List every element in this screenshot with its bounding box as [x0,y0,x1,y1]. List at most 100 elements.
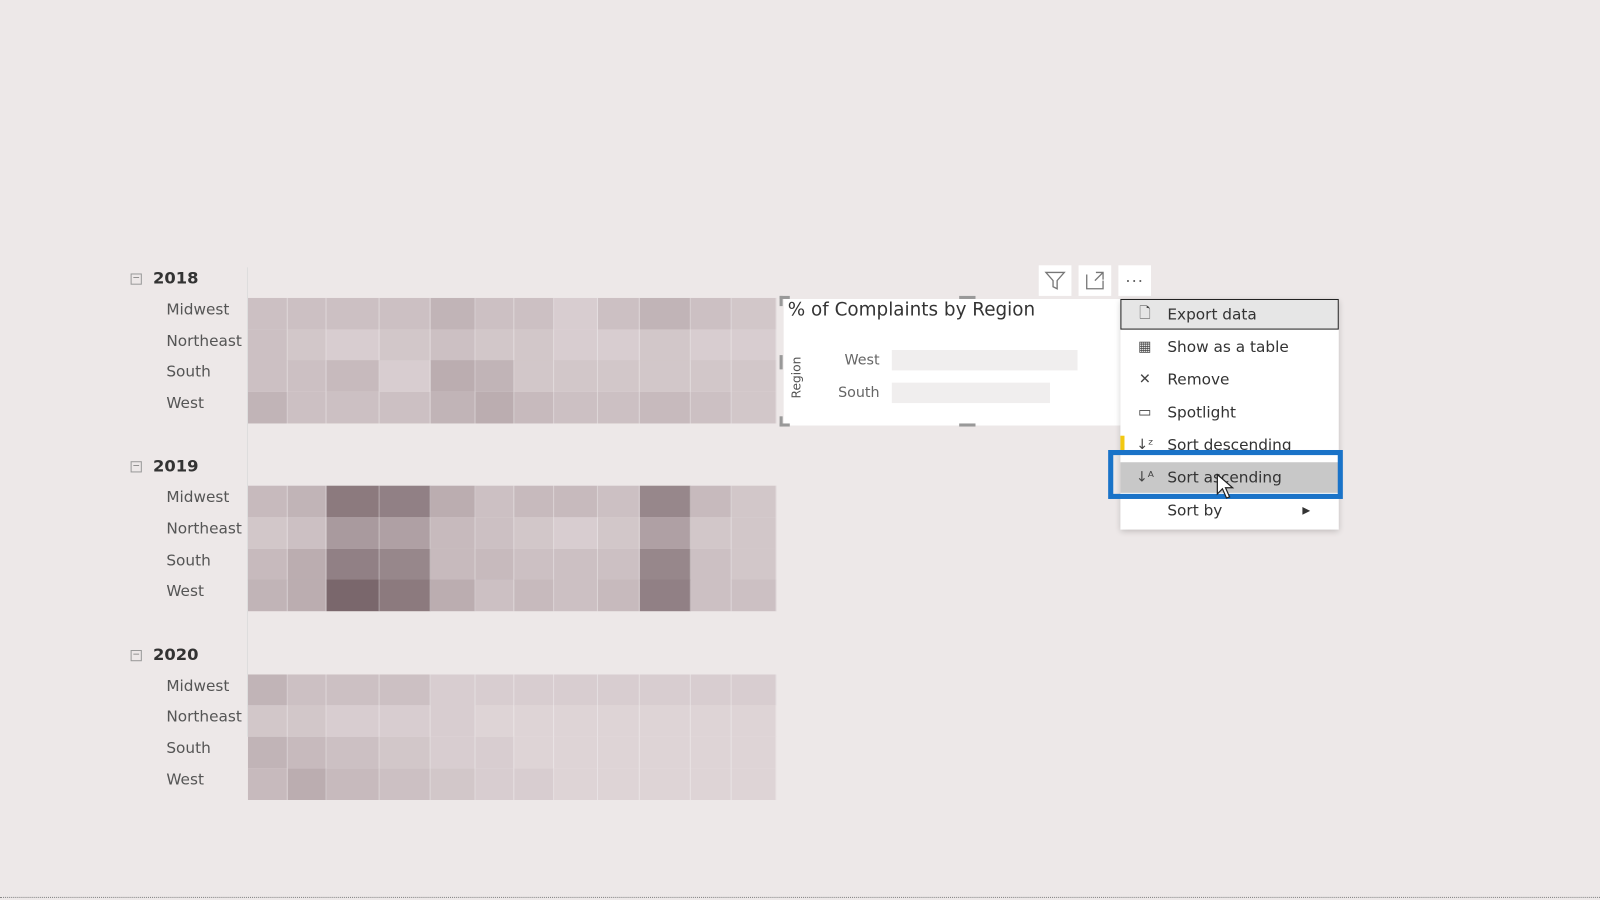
heatmap-cell[interactable] [731,674,777,706]
heatmap-cell[interactable] [475,517,515,549]
heatmap-cell[interactable] [690,674,732,706]
heatmap-cell[interactable] [326,360,380,393]
heatmap-cell[interactable] [247,391,288,424]
heatmap-cell[interactable] [287,579,327,612]
heatmap-cell[interactable] [639,391,691,424]
heatmap-cell[interactable] [430,329,476,361]
heatmap-cell[interactable] [475,705,515,738]
heatmap-cell[interactable] [247,768,288,800]
heatmap-cell[interactable] [247,705,288,738]
heatmap-cell[interactable] [379,705,431,738]
heatmap-cell[interactable] [287,674,327,706]
heatmap-cell[interactable] [247,674,288,706]
heatmap-cell[interactable] [247,579,288,612]
heatmap-cell[interactable] [287,705,327,738]
heatmap-cell[interactable] [475,548,515,581]
heatmap-cell[interactable] [639,517,691,549]
heatmap-cell[interactable] [475,329,515,361]
heatmap-cell[interactable] [597,674,640,706]
heatmap-cell[interactable] [514,768,555,800]
heatmap-cell[interactable] [731,297,777,330]
resize-handle[interactable] [779,295,783,307]
resize-handle[interactable] [779,355,783,370]
heatmap-cell[interactable] [326,486,380,518]
heatmap-cell[interactable] [430,768,476,800]
heatmap-cell[interactable] [326,329,380,361]
more-options-button[interactable]: ··· [1118,265,1152,296]
heatmap-cell[interactable] [554,579,598,612]
heatmap-cell[interactable] [475,736,515,769]
heatmap-cell[interactable] [690,517,732,549]
heatmap-cell[interactable] [597,329,640,361]
heatmap-cell[interactable] [287,391,327,424]
heatmap-cell[interactable] [326,297,380,330]
heatmap-cell[interactable] [731,548,777,581]
heatmap-cell[interactable] [639,486,691,518]
collapse-icon[interactable]: − [130,273,142,285]
heatmap-cell[interactable] [690,736,732,769]
heatmap-cell[interactable] [554,297,598,330]
heatmap-cell[interactable] [731,517,777,549]
heatmap-cell[interactable] [287,517,327,549]
heatmap-cell[interactable] [247,486,288,518]
heatmap-cell[interactable] [475,579,515,612]
heatmap-cell[interactable] [514,705,555,738]
heatmap-cell[interactable] [554,736,598,769]
menu-item[interactable]: ✕ Remove [1120,364,1338,395]
heatmap-cell[interactable] [475,486,515,518]
heatmap-cell[interactable] [475,297,515,330]
heatmap-cell[interactable] [326,736,380,769]
menu-item[interactable]: 🗋 Export data [1120,298,1339,330]
heatmap-cell[interactable] [639,579,691,612]
heatmap-cell[interactable] [731,705,777,738]
heatmap-cell[interactable] [597,579,640,612]
heatmap-cell[interactable] [514,486,555,518]
heatmap-cell[interactable] [639,736,691,769]
heatmap-cell[interactable] [514,548,555,581]
heatmap-cell[interactable] [430,674,476,706]
year-header[interactable]: 2020 [153,644,198,663]
menu-item[interactable]: ▦ Show as a table [1120,332,1338,363]
heatmap-cell[interactable] [554,517,598,549]
heatmap-cell[interactable] [639,360,691,393]
heatmap-cell[interactable] [554,486,598,518]
heatmap-cell[interactable] [597,768,640,800]
heatmap-cell[interactable] [690,486,732,518]
heatmap-cell[interactable] [287,329,327,361]
resize-handle[interactable] [779,423,790,427]
heatmap-cell[interactable] [247,548,288,581]
heatmap-cell[interactable] [247,517,288,549]
heatmap-cell[interactable] [639,768,691,800]
heatmap-cell[interactable] [731,360,777,393]
heatmap-cell[interactable] [639,674,691,706]
heatmap-cell[interactable] [597,736,640,769]
heatmap-cell[interactable] [475,768,515,800]
heatmap-cell[interactable] [475,674,515,706]
heatmap-cell[interactable] [514,736,555,769]
heatmap-cell[interactable] [597,391,640,424]
heatmap-cell[interactable] [514,297,555,330]
year-header[interactable]: 2018 [153,268,198,287]
heatmap-cell[interactable] [731,391,777,424]
heatmap-cell[interactable] [475,391,515,424]
heatmap-cell[interactable] [430,579,476,612]
heatmap-cell[interactable] [379,391,431,424]
heatmap-cell[interactable] [690,391,732,424]
heatmap-cell[interactable] [379,579,431,612]
heatmap-cell[interactable] [379,329,431,361]
heatmap-cell[interactable] [597,548,640,581]
heatmap-cell[interactable] [287,768,327,800]
heatmap-cell[interactable] [554,548,598,581]
heatmap-cell[interactable] [597,360,640,393]
heatmap-cell[interactable] [379,768,431,800]
menu-item[interactable]: ▭ Spotlight [1120,397,1338,428]
heatmap-cell[interactable] [514,517,555,549]
heatmap-cell[interactable] [379,517,431,549]
heatmap-cell[interactable] [247,329,288,361]
heatmap-cell[interactable] [690,548,732,581]
heatmap-cell[interactable] [554,768,598,800]
heatmap-cell[interactable] [554,674,598,706]
heatmap-cell[interactable] [514,391,555,424]
heatmap-cell[interactable] [690,329,732,361]
heatmap-cell[interactable] [554,360,598,393]
